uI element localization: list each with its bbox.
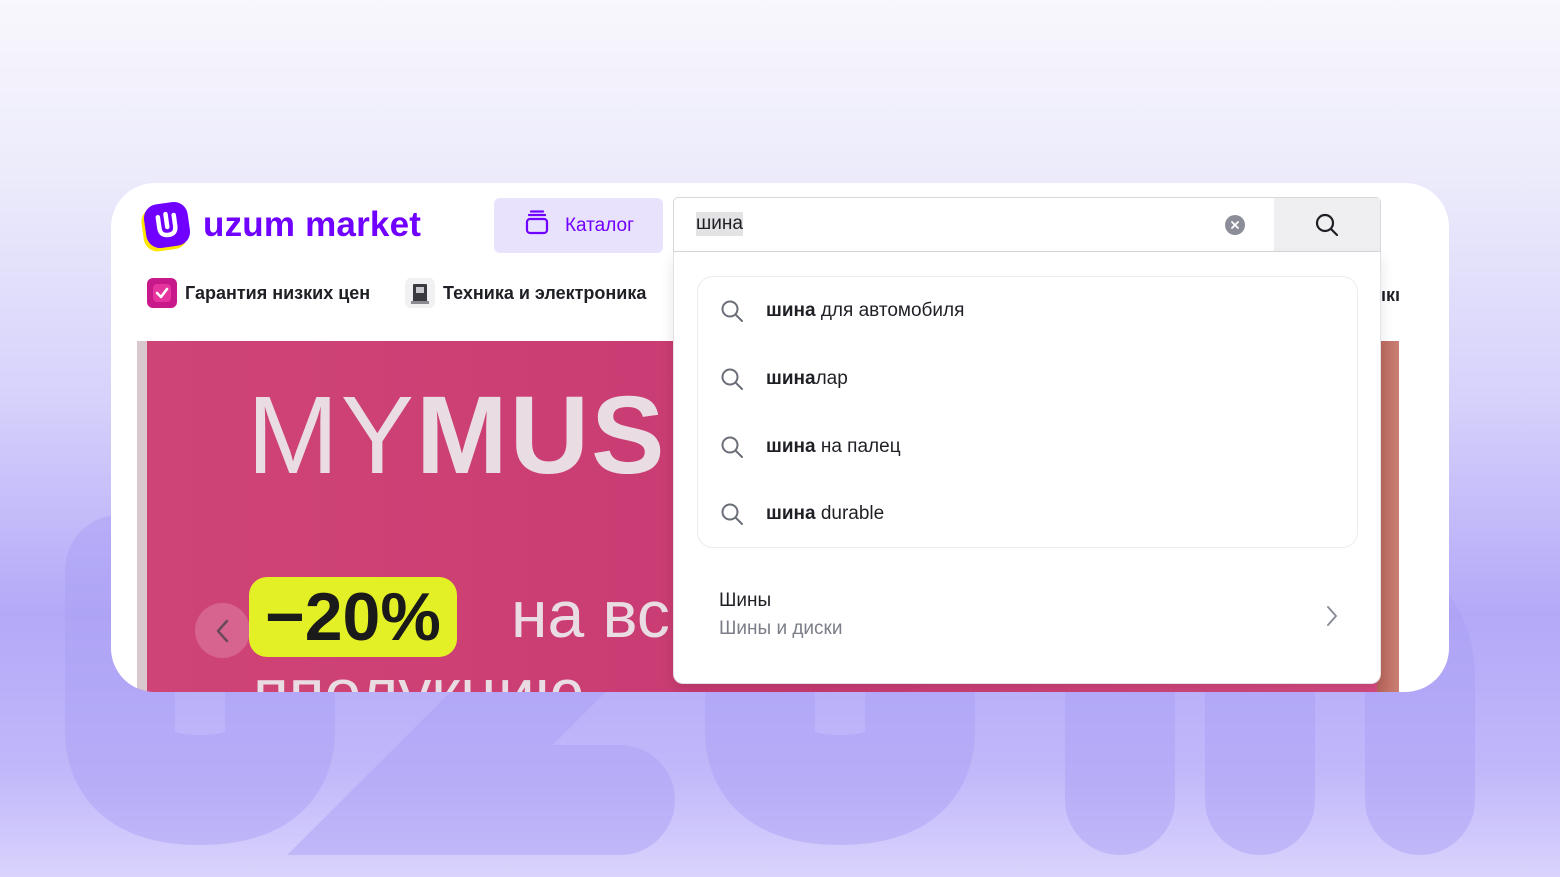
banner-subtitle: на вс: [511, 577, 670, 651]
search-input[interactable]: [695, 208, 1219, 241]
suggestion-text: шина durable: [766, 503, 885, 524]
chevron-left-icon: [216, 619, 228, 642]
banner-title-bold: MUS: [416, 374, 667, 497]
banner-prev-button[interactable]: [195, 603, 250, 658]
banner-edge: [137, 341, 147, 692]
search-bar: шина: [673, 197, 1381, 252]
chevron-right-icon: [1327, 606, 1337, 626]
search-icon: [721, 503, 743, 525]
suggestion-item[interactable]: шина на палец: [720, 427, 1330, 467]
close-icon: [1231, 221, 1239, 229]
banner-title: MYMUS: [247, 381, 666, 491]
quick-link-low-price[interactable]: Гарантия низких цен: [147, 278, 370, 308]
search-button[interactable]: [1274, 198, 1380, 251]
quick-link-electronics[interactable]: Техника и электроника: [405, 278, 646, 308]
search-icon: [721, 300, 743, 322]
quick-link-label: Техника и электроника: [443, 282, 647, 303]
search-icon: [721, 368, 743, 390]
suggestion-item[interactable]: шина durable: [720, 494, 1330, 534]
suggestion-text: шиналар: [766, 368, 848, 389]
catalog-icon: [523, 210, 551, 241]
search-input-value: шина: [696, 212, 743, 236]
category-subtitle: Шины и диски: [719, 618, 843, 639]
search-icon: [721, 436, 743, 458]
banner-title-light: MY: [247, 374, 416, 497]
appliance-icon: [405, 278, 435, 308]
search-suggestions-dropdown: шина для автомобиля шиналар шина на пале…: [673, 252, 1381, 684]
banner-subtitle-line2: пполукцию: [253, 655, 585, 692]
quick-link-label: Гарантия низких цен: [185, 282, 371, 303]
catalog-label: Каталог: [564, 214, 635, 236]
suggestion-text: шина для автомобиля: [766, 300, 965, 321]
uzum-market-logo[interactable]: uzum market: [142, 200, 422, 250]
suggestion-item[interactable]: шиналар: [720, 359, 1330, 399]
clear-search-button[interactable]: [1225, 215, 1245, 235]
logo-mark-icon: [142, 200, 192, 250]
category-title: Шины: [719, 590, 772, 611]
search-icon: [1315, 213, 1339, 236]
category-suggestion[interactable]: Шины Шины и диски: [719, 586, 1339, 646]
discount-badge: −20%: [249, 577, 457, 657]
quick-link-truncated[interactable]: ıкı: [1381, 285, 1400, 306]
suggestion-item[interactable]: шина для автомобиля: [720, 291, 1330, 331]
catalog-button[interactable]: Каталог: [494, 198, 663, 253]
logo-text: uzum market: [203, 205, 422, 244]
marketplace-card: uzum market Каталог Гарантия низких цен …: [111, 183, 1449, 692]
suggestion-text: шина на палец: [766, 436, 901, 457]
checkmark-icon: [147, 278, 177, 308]
